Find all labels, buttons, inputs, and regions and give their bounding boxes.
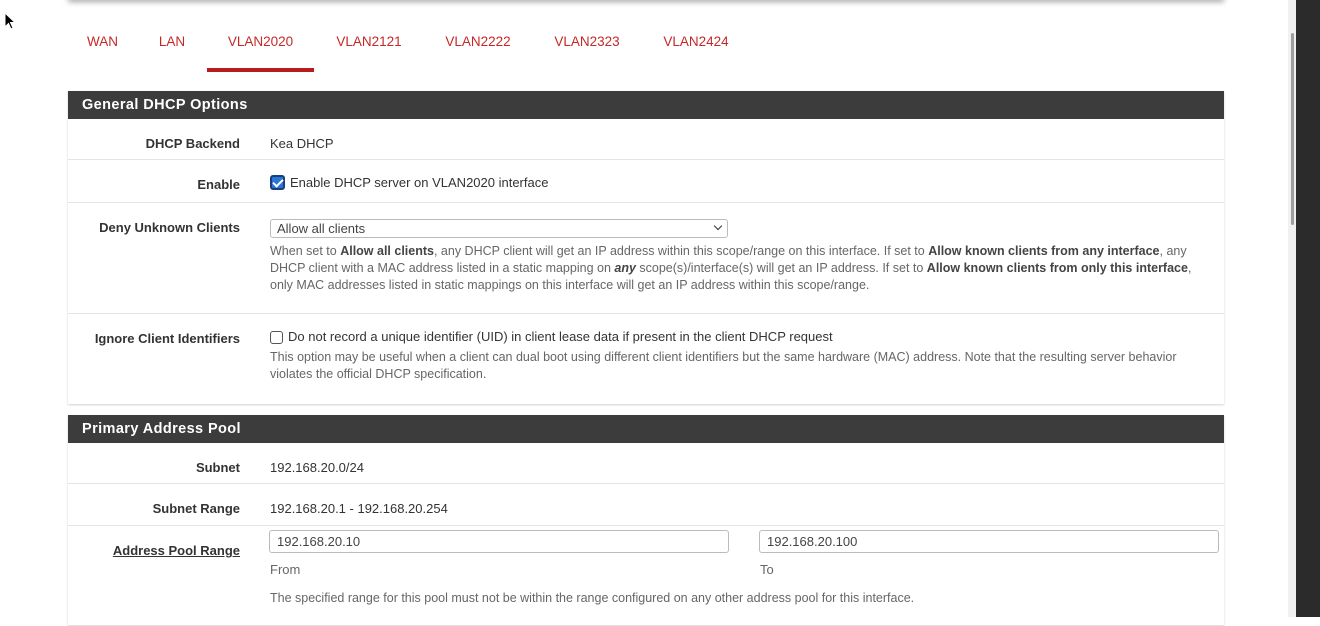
ignore-client-ids-checkbox[interactable] [270,331,283,344]
tab-vlan2424[interactable]: VLAN2424 [661,25,731,68]
field-label: DHCP Backend [145,136,240,151]
tab-vlan2323[interactable]: VLAN2323 [552,25,622,68]
enable-checkbox-label: Enable DHCP server on VLAN2020 interface [290,175,549,190]
address-pool-range-label[interactable]: Address Pool Range [68,543,240,558]
subnet-row: Subnet 192.168.20.0/24 [68,443,1224,484]
enable-row: Enable Enable DHCP server on VLAN2020 in… [68,160,1224,203]
address-pool-range-row: Address Pool Range 192.168.20.10 From 19… [68,526,1224,626]
chevron-down-icon [713,221,723,231]
field-label: Enable [197,177,240,192]
ignore-client-ids-row: Ignore Client Identifiers Do not record … [68,314,1224,404]
select-value: Allow all clients [277,221,366,236]
tab-lan[interactable]: LAN [157,25,187,68]
general-dhcp-options-panel: General DHCP Options DHCP Backend Kea DH… [68,91,1224,404]
panel-heading: Primary Address Pool [68,415,1224,443]
pool-range-to-input[interactable]: 192.168.20.100 [759,530,1219,553]
subnet-range-value: 192.168.20.1 - 192.168.20.254 [270,501,448,516]
enable-checkbox[interactable] [270,175,285,190]
to-label: To [760,562,774,577]
field-label: Subnet Range [152,501,240,516]
subnet-range-row: Subnet Range 192.168.20.1 - 192.168.20.2… [68,484,1224,526]
pool-range-from-input[interactable]: 192.168.20.10 [269,530,729,553]
primary-address-pool-panel: Primary Address Pool Subnet 192.168.20.0… [68,415,1224,625]
field-label: Subnet [195,460,240,475]
mouse-cursor-icon [4,12,17,30]
window-edge [1296,0,1320,617]
scrollbar-thumb[interactable] [1291,33,1294,225]
tab-vlan2020[interactable]: VLAN2020 [207,25,314,72]
deny-unknown-select[interactable]: Allow all clients [270,219,728,238]
ignore-client-ids-help: This option may be useful when a client … [270,350,1177,381]
tab-vlan2121[interactable]: VLAN2121 [334,25,404,68]
dhcp-backend-value: Kea DHCP [270,136,334,151]
subnet-value: 192.168.20.0/24 [270,460,364,475]
tab-vlan2222[interactable]: VLAN2222 [443,25,513,68]
field-label: Deny Unknown Clients [99,220,240,235]
field-label: Ignore Client Identifiers [94,331,240,346]
ignore-client-ids-checkbox-label: Do not record a unique identifier (UID) … [288,329,833,344]
deny-unknown-help: When set to Allow all clients, any DHCP … [270,244,1192,292]
from-label: From [270,562,301,577]
dhcp-backend-row: DHCP Backend Kea DHCP [68,119,1224,160]
pool-range-help: The specified range for this pool must n… [270,591,915,605]
tab-wan[interactable]: WAN [86,25,119,68]
panel-heading: General DHCP Options [68,91,1224,119]
deny-unknown-row: Deny Unknown Clients Allow all clients W… [68,203,1224,314]
